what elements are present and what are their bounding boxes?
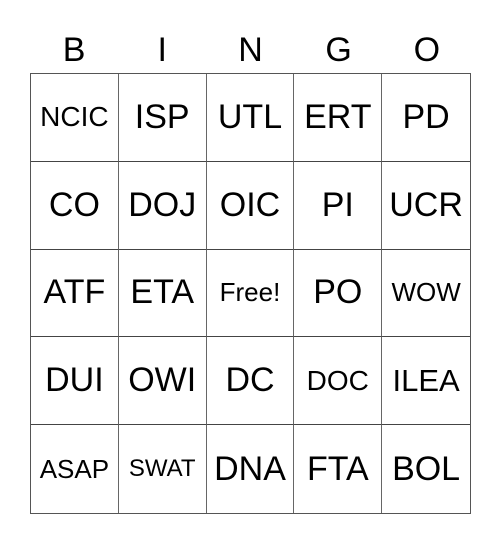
bingo-cell[interactable]: DNA (207, 425, 295, 513)
bingo-cell[interactable]: ASAP (31, 425, 119, 513)
bingo-cell[interactable]: OWI (118, 337, 207, 426)
bingo-cell[interactable]: SWAT (119, 425, 207, 513)
bingo-cell[interactable]: FTA (294, 425, 383, 513)
bingo-cell[interactable]: ISP (118, 74, 207, 162)
bingo-cell[interactable]: UCR (382, 162, 470, 250)
bingo-cell[interactable]: ETA (118, 249, 207, 338)
bingo-header: B I N G O (30, 28, 471, 73)
free-space-cell[interactable]: Free! (206, 249, 295, 338)
bingo-cell[interactable]: ATF (31, 249, 119, 338)
bingo-cell[interactable]: WOW (382, 250, 470, 338)
header-letter-b: B (62, 31, 86, 69)
bingo-cell[interactable]: PI (294, 161, 383, 250)
bingo-cell[interactable]: ILEA (382, 337, 470, 426)
bingo-cell[interactable]: UTL (206, 74, 295, 162)
header-letter-i: I (157, 31, 167, 69)
header-letter-o: O (413, 31, 441, 69)
bingo-cell[interactable]: OIC (206, 161, 295, 250)
bingo-cell[interactable]: BOL (382, 425, 470, 513)
bingo-cell[interactable]: DUI (31, 337, 119, 426)
bingo-cell[interactable]: NCIC (31, 74, 119, 162)
bingo-cell[interactable]: DC (206, 337, 295, 426)
bingo-cell[interactable]: DOC (294, 337, 383, 426)
header-letter-g: G (325, 31, 352, 69)
bingo-cell[interactable]: CO (31, 161, 119, 250)
bingo-cell[interactable]: PD (382, 74, 470, 162)
bingo-cell[interactable]: DOJ (118, 161, 207, 250)
bingo-grid: NCIC ISP UTL ERT PD CO DOJ OIC PI UCR AT… (30, 73, 471, 514)
header-letter-n: N (238, 31, 263, 69)
bingo-cell[interactable]: PO (294, 249, 383, 338)
bingo-cell[interactable]: ERT (294, 74, 383, 162)
